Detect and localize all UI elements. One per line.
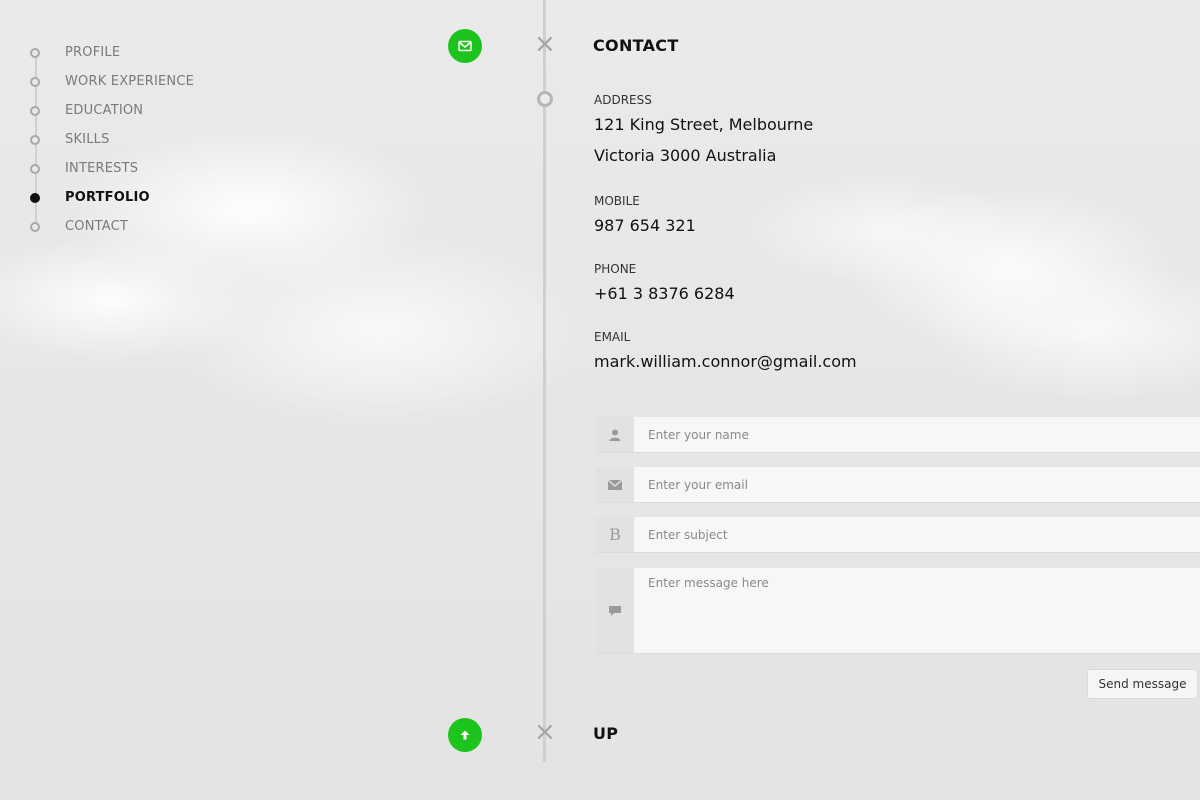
address-label: ADDRESS <box>594 93 652 107</box>
comment-icon <box>596 568 634 653</box>
email-input[interactable] <box>634 467 1200 502</box>
message-field <box>596 568 1200 654</box>
timeline-line <box>543 0 546 762</box>
nav-dot-active <box>30 192 40 203</box>
phone-block: PHONE +61 3 8376 6284 <box>594 262 735 303</box>
contact-section-button[interactable] <box>448 29 482 63</box>
nav-item-skills[interactable]: SKILLS <box>28 125 194 154</box>
nav-dot <box>30 105 40 116</box>
nav-dot <box>30 134 40 145</box>
send-message-button[interactable]: Send message <box>1087 669 1198 699</box>
bold-icon: B <box>596 517 634 552</box>
arrow-up-icon <box>460 730 470 740</box>
phone-value: +61 3 8376 6284 <box>594 284 735 303</box>
email-value[interactable]: mark.william.connor@gmail.com <box>594 352 857 371</box>
sidebar-nav: PROFILE WORK EXPERIENCE EDUCATION SKILLS… <box>28 38 194 241</box>
name-field <box>596 417 1200 453</box>
mail-icon <box>596 467 634 502</box>
nav-item-label: WORK EXPERIENCE <box>65 74 195 89</box>
section-title-up: UP <box>593 724 619 743</box>
nav-item-label: SKILLS <box>65 132 110 147</box>
nav-item-label: CONTACT <box>65 219 129 234</box>
nav-dot <box>30 76 40 87</box>
mobile-label: MOBILE <box>594 194 640 208</box>
nav-item-profile[interactable]: PROFILE <box>28 38 194 67</box>
subject-field: B <box>596 517 1200 553</box>
address-line1: 121 King Street, Melbourne <box>594 115 814 134</box>
email-label: EMAIL <box>594 330 631 344</box>
user-icon <box>596 417 634 452</box>
close-icon[interactable]: × <box>534 719 556 745</box>
nav-item-contact[interactable]: CONTACT <box>28 212 194 241</box>
email-field <box>596 467 1200 503</box>
phone-label: PHONE <box>594 262 637 276</box>
close-icon[interactable]: × <box>534 31 556 57</box>
envelope-icon <box>458 40 472 52</box>
nav-dot <box>30 163 40 174</box>
name-input[interactable] <box>634 417 1200 452</box>
nav-item-interests[interactable]: INTERESTS <box>28 154 194 183</box>
nav-item-label: INTERESTS <box>65 161 139 176</box>
nav-item-label: PROFILE <box>65 45 121 60</box>
mobile-block: MOBILE 987 654 321 <box>594 194 696 235</box>
nav-item-label: EDUCATION <box>65 103 144 118</box>
mobile-value: 987 654 321 <box>594 216 696 235</box>
nav-item-education[interactable]: EDUCATION <box>28 96 194 125</box>
timeline-ring <box>537 91 553 107</box>
subject-input[interactable] <box>634 517 1200 552</box>
section-title-contact: CONTACT <box>593 36 679 55</box>
nav-dot <box>30 47 40 58</box>
nav-dot <box>30 221 40 232</box>
scroll-up-button[interactable] <box>448 718 482 752</box>
email-block: EMAIL mark.william.connor@gmail.com <box>594 330 857 371</box>
address-line2: Victoria 3000 Australia <box>594 146 777 165</box>
nav-item-portfolio[interactable]: PORTFOLIO <box>28 183 194 212</box>
address-block: ADDRESS 121 King Street, Melbourne Victo… <box>594 93 813 165</box>
nav-item-label: PORTFOLIO <box>65 190 150 205</box>
nav-item-work-experience[interactable]: WORK EXPERIENCE <box>28 67 194 96</box>
message-textarea[interactable] <box>634 568 1200 653</box>
